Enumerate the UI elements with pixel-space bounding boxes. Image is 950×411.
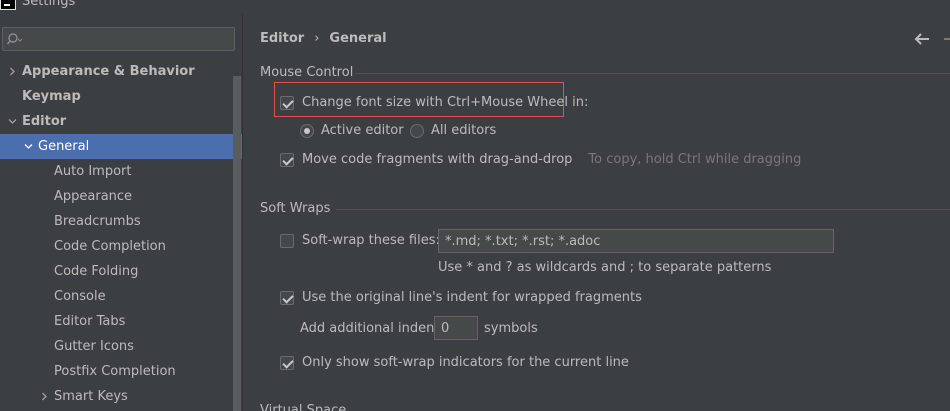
additional-indent-label: Add additional indent: <box>300 321 444 336</box>
mouse-control-title: Mouse Control <box>260 65 354 80</box>
all-editors-option[interactable]: All editors <box>410 123 496 138</box>
app-icon <box>0 0 16 10</box>
virtual-space-title: Virtual Space <box>260 403 347 411</box>
tree-item-label: Editor Tabs <box>54 314 126 329</box>
tree-item-label: Editor <box>22 114 67 129</box>
breadcrumb-separator: › <box>314 31 320 46</box>
all-editors-label: All editors <box>431 123 497 138</box>
tree-item-label: Postfix Completion <box>54 364 176 379</box>
tree-item-label: General <box>38 139 90 154</box>
tree-item-label: Code Completion <box>54 239 166 254</box>
tree-item-label: Console <box>54 289 106 304</box>
tree-item-label: Breadcrumbs <box>54 214 141 229</box>
back-arrow-icon[interactable] <box>914 32 930 46</box>
drag-drop-checkbox[interactable] <box>280 152 294 167</box>
window-title: Settings <box>22 0 76 9</box>
only-current-line-option[interactable]: Only show soft-wrap indicators for the c… <box>280 355 629 370</box>
soft-wrap-files-option[interactable]: Soft-wrap these files: <box>280 233 440 248</box>
original-indent-checkbox[interactable] <box>280 290 294 305</box>
tree-item[interactable]: Gutter Icons <box>0 334 242 359</box>
original-indent-label: Use the original line's indent for wrapp… <box>302 290 642 305</box>
tree-item[interactable]: Code Folding <box>0 259 242 284</box>
tree-item-label: Gutter Icons <box>54 339 134 354</box>
soft-wrap-files-label: Soft-wrap these files: <box>302 233 440 248</box>
active-editor-label: Active editor <box>321 123 404 138</box>
tree-item-label: Smart Keys <box>54 389 128 404</box>
breadcrumb-parent[interactable]: Editor <box>260 31 304 46</box>
tree-item[interactable]: General <box>0 134 242 159</box>
original-indent-option[interactable]: Use the original line's indent for wrapp… <box>280 290 642 305</box>
drag-drop-hint: To copy, hold Ctrl while dragging <box>588 152 802 167</box>
tree-item-label: Code Folding <box>54 264 139 279</box>
tree-item[interactable]: Breadcrumbs <box>0 209 242 234</box>
tree-item-label: Appearance & Behavior <box>22 64 195 79</box>
chevron-down-icon[interactable] <box>22 134 34 159</box>
drag-drop-option[interactable]: Move code fragments with drag-and-drop T… <box>280 152 801 167</box>
breadcrumb: Editor › General <box>260 31 387 46</box>
tree-item[interactable]: Appearance <box>0 184 242 209</box>
tree-item[interactable]: Auto Import <box>0 159 242 184</box>
sidebar-scrollbar[interactable] <box>233 76 241 411</box>
all-editors-radio[interactable] <box>410 123 424 138</box>
soft-wrap-files-checkbox[interactable] <box>280 233 294 248</box>
settings-tree: Appearance & Behavior Keymap Editor General… <box>0 59 242 409</box>
tree-item[interactable]: Smart Keys <box>0 384 242 409</box>
breadcrumb-current: General <box>329 31 387 46</box>
additional-indent-input[interactable] <box>434 316 478 340</box>
tree-item[interactable]: Keymap <box>0 84 242 109</box>
tree-item-label: Keymap <box>22 89 81 104</box>
tree-item[interactable]: Editor <box>0 109 242 134</box>
soft-wrap-files-input[interactable] <box>438 229 834 253</box>
tree-item[interactable]: Console <box>0 284 242 309</box>
tree-item[interactable]: Postfix Completion <box>0 359 242 384</box>
tree-item[interactable]: Editor Tabs <box>0 309 242 334</box>
search-box[interactable] <box>2 27 235 51</box>
active-editor-option[interactable]: Active editor <box>300 123 404 138</box>
forward-arrow-icon[interactable] <box>944 32 950 46</box>
title-bar: Settings <box>0 0 950 14</box>
chevron-right-icon[interactable] <box>38 384 50 409</box>
active-editor-radio[interactable] <box>300 123 314 138</box>
wildcard-hint: Use * and ? as wildcards and ; to separa… <box>438 260 772 275</box>
tree-item[interactable]: Appearance & Behavior <box>0 59 242 84</box>
only-current-line-checkbox[interactable] <box>280 355 294 370</box>
additional-indent-suffix: symbols <box>484 321 538 336</box>
chevron-right-icon[interactable] <box>6 59 18 84</box>
soft-wraps-title: Soft Wraps <box>260 201 331 216</box>
soft-wraps-divider <box>336 209 950 210</box>
tree-item-label: Auto Import <box>54 164 132 179</box>
only-current-line-label: Only show soft-wrap indicators for the c… <box>302 355 629 370</box>
settings-sidebar: Appearance & Behavior Keymap Editor General… <box>0 14 243 411</box>
search-icon <box>7 33 23 45</box>
tree-item-label: Appearance <box>54 189 133 204</box>
mouse-control-divider <box>356 73 950 74</box>
drag-drop-label: Move code fragments with drag-and-drop <box>302 152 573 167</box>
search-input[interactable] <box>27 30 227 48</box>
tree-item[interactable]: Code Completion <box>0 234 242 259</box>
change-font-size-checkbox[interactable] <box>280 95 294 110</box>
change-font-size-option[interactable]: Change font size with Ctrl+Mouse Wheel i… <box>280 95 588 110</box>
settings-content: Editor › General Mouse Control Change fo… <box>244 14 950 411</box>
change-font-size-label: Change font size with Ctrl+Mouse Wheel i… <box>302 95 589 110</box>
chevron-down-icon[interactable] <box>6 109 18 134</box>
